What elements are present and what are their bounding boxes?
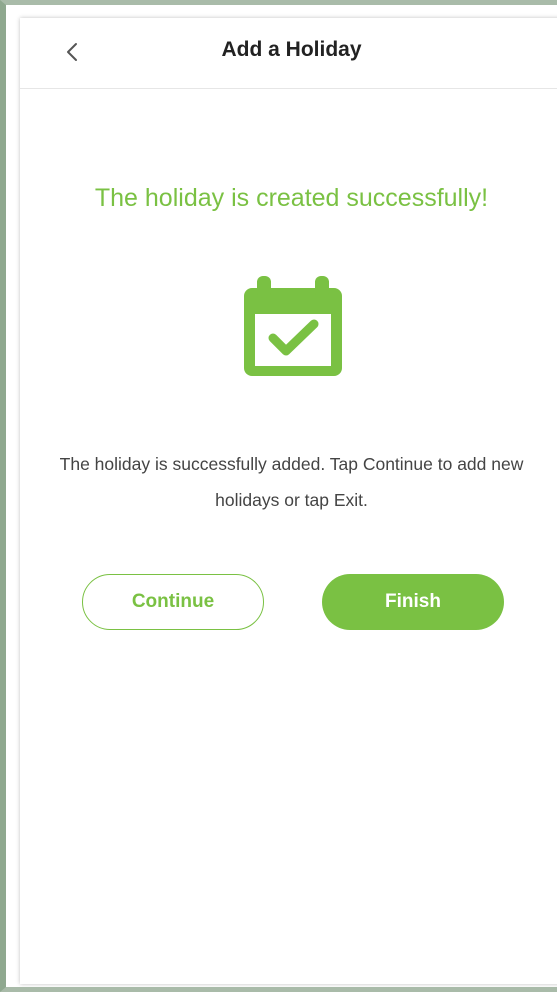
- success-heading: The holiday is created successfully!: [94, 184, 489, 212]
- calendar-check-icon: [240, 272, 346, 380]
- device-frame: Add a Holiday The holiday is created suc…: [0, 0, 557, 992]
- info-message-line-2: holidays or tap Exit.: [215, 490, 368, 510]
- continue-button[interactable]: Continue: [82, 574, 264, 630]
- header-bar: Add a Holiday: [20, 18, 557, 89]
- app-screen: Add a Holiday The holiday is created suc…: [20, 18, 557, 984]
- finish-button[interactable]: Finish: [322, 574, 504, 630]
- info-message-line-1: The holiday is successfully added. Tap C…: [59, 454, 524, 474]
- info-message: The holiday is successfully added. Tap C…: [20, 446, 557, 518]
- page-title: Add a Holiday: [221, 38, 362, 61]
